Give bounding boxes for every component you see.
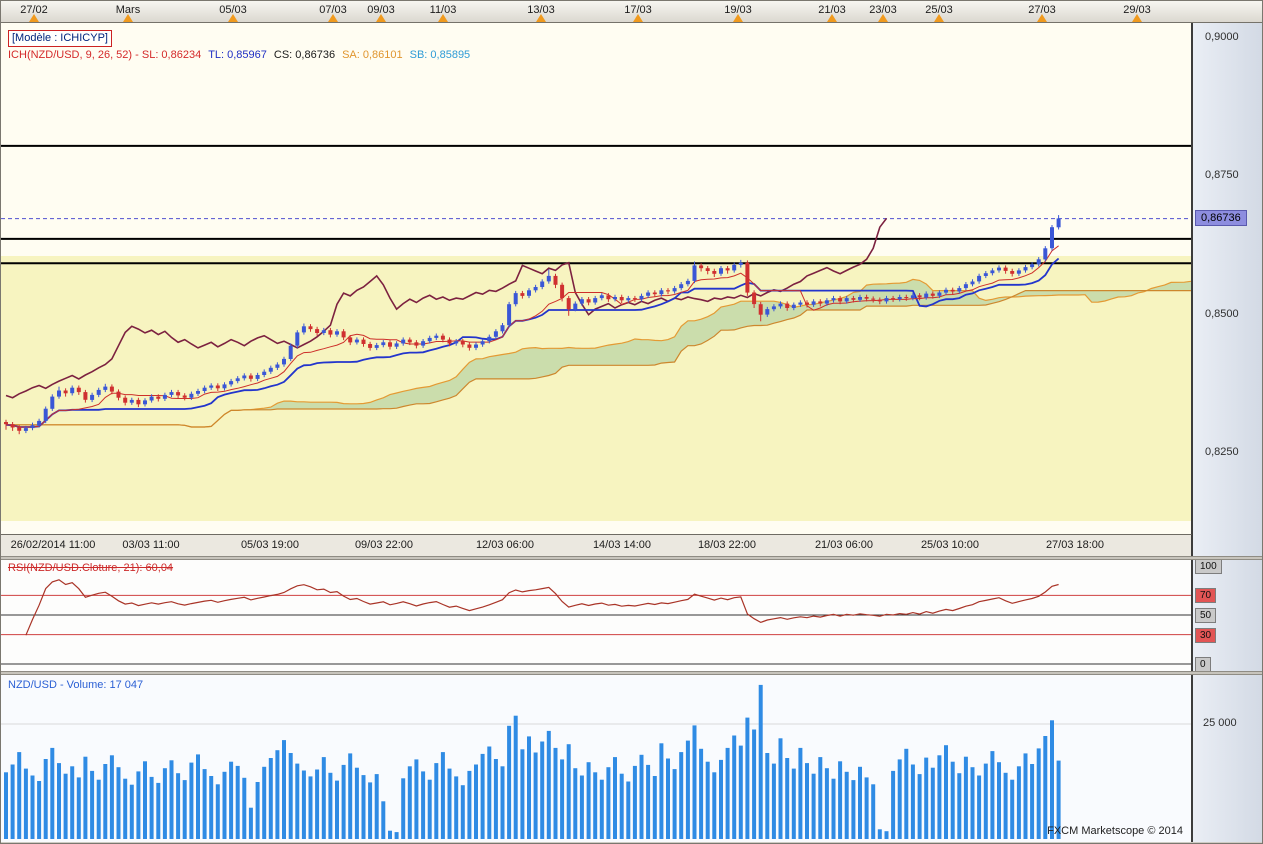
indicator-value: CS: 0,86736 xyxy=(273,49,336,61)
alert-triangle-icon xyxy=(1132,14,1142,22)
rsi-axis-label: 100 xyxy=(1195,559,1222,574)
price-axis-label: 0,8250 xyxy=(1205,446,1239,458)
volume-panel: NZD/USD - Volume: 17 047 FXCM Marketscop… xyxy=(1,675,1192,842)
alert-triangle-icon xyxy=(376,14,386,22)
rsi-chart[interactable] xyxy=(1,560,1191,671)
rsi-axis-label: 30 xyxy=(1195,628,1217,643)
price-axis-column[interactable]: 0,86736 0,9000 0,8750 0,8500 0,8250 100 70 50 3… xyxy=(1192,23,1262,843)
volume-indicator-label: NZD/USD - Volume: 17 047 xyxy=(8,679,144,691)
alert-triangle-icon xyxy=(228,14,238,22)
x-axis-date: 09/03 22:00 xyxy=(354,539,414,551)
rsi-line xyxy=(25,579,1059,636)
x-axis-date: 27/03 18:00 xyxy=(1045,539,1105,551)
rsi-axis-label: 70 xyxy=(1195,588,1217,603)
x-axis-date: 21/03 06:00 xyxy=(814,539,874,551)
volume-bars xyxy=(4,684,1061,839)
volume-axis-label: 25 000 xyxy=(1203,717,1237,729)
x-axis-date: 03/03 11:00 xyxy=(122,539,180,551)
price-axis-label: 0,9000 xyxy=(1205,31,1239,43)
alert-triangle-icon xyxy=(633,14,643,22)
panel-splitter[interactable] xyxy=(1,556,1262,560)
current-price-tag: 0,86736 xyxy=(1195,210,1247,226)
x-axis-date: 05/03 19:00 xyxy=(240,539,300,551)
panel-splitter[interactable] xyxy=(1,671,1262,675)
indicator-value: ICH(NZD/USD, 9, 26, 52) - SL: 0,86234 xyxy=(8,49,202,61)
indicator-value: TL: 0,85967 xyxy=(208,49,267,61)
alert-triangle-icon xyxy=(1037,14,1047,22)
main-chart[interactable] xyxy=(1,23,1191,534)
price-axis-label: 0,8750 xyxy=(1205,169,1239,181)
price-axis-label: 0,8500 xyxy=(1205,308,1239,320)
alert-triangle-icon xyxy=(733,14,743,22)
rsi-panel: RSI(NZD/USD.Cloture, 21): 60,04 xyxy=(1,560,1192,671)
chart-window: 0,86736 0,9000 0,8750 0,8500 0,8250 100 70 50 3… xyxy=(0,0,1263,844)
alert-triangle-icon xyxy=(123,14,133,22)
indicator-value: SA: 0,86101 xyxy=(342,49,403,61)
x-axis-date: 25/03 10:00 xyxy=(920,539,980,551)
indicator-value: SB: 0,85895 xyxy=(409,49,471,61)
alert-triangle-icon xyxy=(328,14,338,22)
rsi-axis-label: 0 xyxy=(1195,657,1211,672)
alert-triangle-icon xyxy=(934,14,944,22)
x-axis-date: 26/02/2014 11:00 xyxy=(10,539,96,551)
rsi-axis-label: 50 xyxy=(1195,608,1217,623)
alert-triangle-icon xyxy=(438,14,448,22)
timeline-bar[interactable]: 27/02 Mars 05/03 07/03 09/03 11/03 13/03 17/03 1… xyxy=(1,1,1262,23)
x-axis-date: 12/03 06:00 xyxy=(475,539,535,551)
alert-triangle-icon xyxy=(878,14,888,22)
x-axis-date: 14/03 14:00 xyxy=(592,539,652,551)
copyright-label: FXCM Marketscope © 2014 xyxy=(1047,825,1183,837)
rsi-indicator-label: RSI(NZD/USD.Cloture, 21): 60,04 xyxy=(8,562,174,574)
analysis-region xyxy=(1,256,1191,521)
alert-triangle-icon xyxy=(536,14,546,22)
volume-chart[interactable] xyxy=(1,675,1191,842)
x-axis-date: 18/03 22:00 xyxy=(697,539,757,551)
main-chart-panel: [Modèle : ICHICYP] ICH(NZD/USD, 9, 26, 5… xyxy=(1,23,1192,534)
alert-triangle-icon xyxy=(29,14,39,22)
indicator-summary: ICH(NZD/USD, 9, 26, 52) - SL: 0,86234 TL:… xyxy=(8,49,477,61)
model-label: [Modèle : ICHICYP] xyxy=(8,30,112,47)
alert-triangle-icon xyxy=(827,14,837,22)
x-axis-strip: 26/02/2014 11:00 03/03 11:00 05/03 19:00 09… xyxy=(1,534,1192,556)
